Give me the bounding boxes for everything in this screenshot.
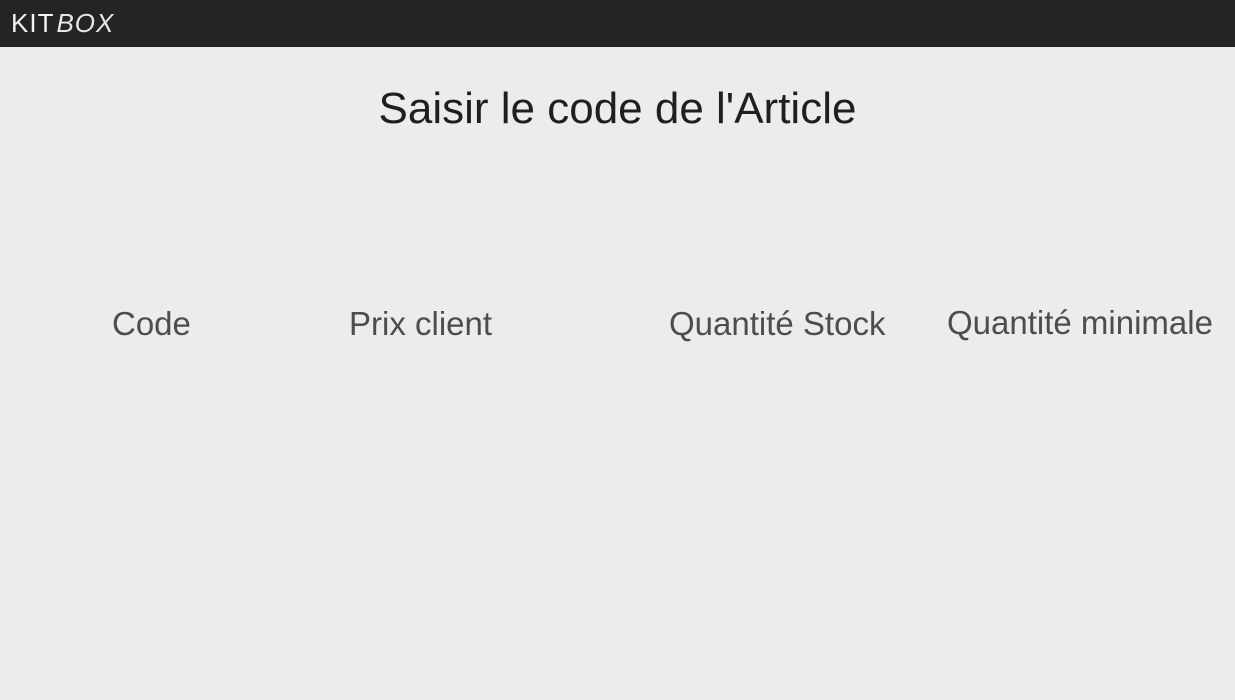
brand-primary-text: KIT: [11, 8, 55, 38]
top-bar: KITBOX: [0, 0, 1235, 47]
column-header-prix-client: Prix client: [349, 305, 493, 342]
brand-secondary-text: BOX: [56, 8, 115, 38]
page-title: Saisir le code de l'Article: [378, 84, 857, 133]
app-logo[interactable]: KITBOX: [11, 8, 114, 38]
column-header-code: Code: [112, 305, 191, 342]
column-header-quantite-minimale: Quantité minimale: [947, 304, 1213, 341]
column-header-quantite-stock: Quantité Stock: [669, 305, 886, 342]
